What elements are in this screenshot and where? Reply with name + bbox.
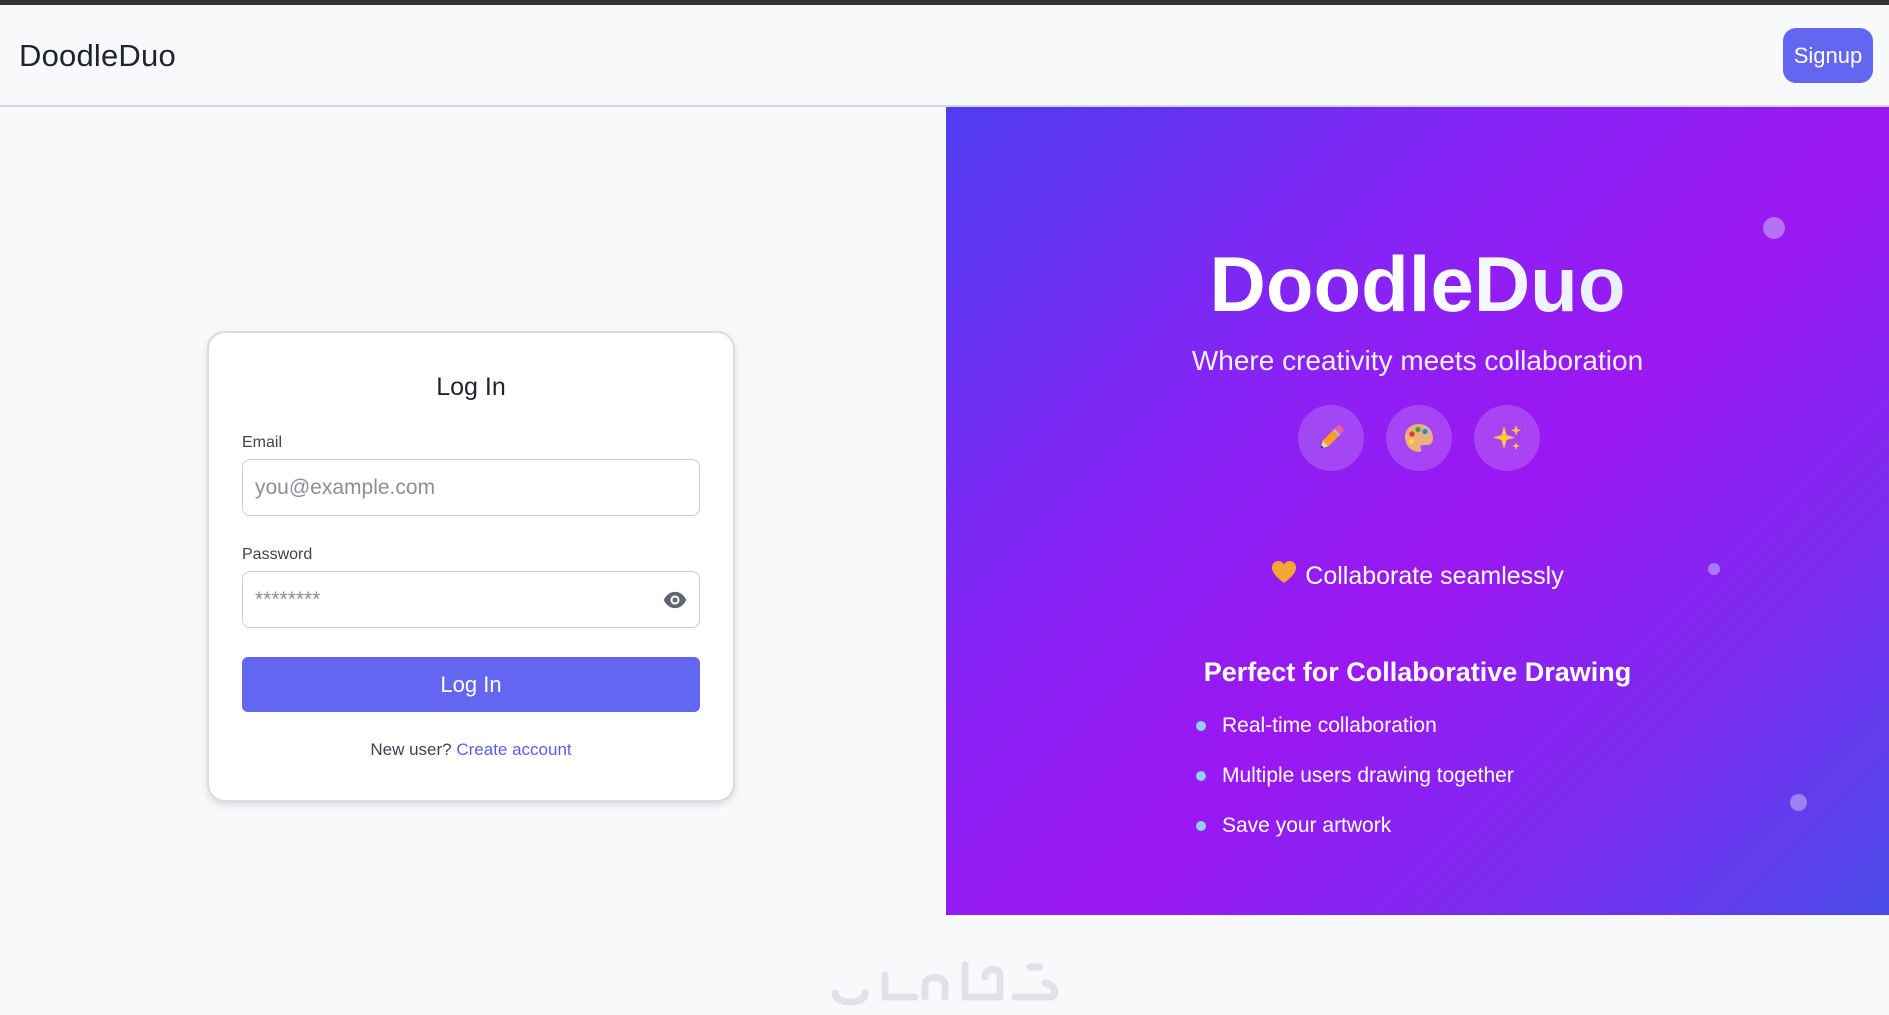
heart-icon — [1271, 560, 1297, 591]
feature-text: Real-time collaboration — [1222, 714, 1437, 737]
hero-subtitle: Where creativity meets collaboration — [1191, 345, 1644, 376]
pencil-icon — [1298, 405, 1364, 471]
features-heading: Perfect for Collaborative Drawing — [1203, 657, 1632, 687]
hero-title: DoodleDuo — [946, 239, 1889, 330]
sparkles-icon — [1474, 405, 1540, 471]
signup-button[interactable]: Signup — [1783, 28, 1873, 83]
eye-icon[interactable] — [662, 587, 688, 613]
bullet-dot — [1196, 721, 1206, 731]
hero-pane: DoodleDuo Where creativity meets collabo… — [946, 107, 1889, 915]
collab-tagline: Collaborate seamlessly — [946, 560, 1889, 593]
bullet-dot — [1196, 771, 1206, 781]
collab-text: Collaborate seamlessly — [1305, 562, 1564, 591]
create-account-link[interactable]: Create account — [456, 740, 571, 759]
login-submit-button[interactable]: Log In — [242, 657, 700, 712]
login-title: Log In — [436, 373, 506, 401]
palette-icon — [1386, 405, 1452, 471]
list-item: Save your artwork — [1196, 814, 1514, 864]
navbar: DoodleDuo Signup — [0, 5, 1889, 107]
watermark-logo — [831, 961, 1059, 1006]
password-input[interactable] — [242, 571, 700, 628]
brand-logo[interactable]: DoodleDuo — [19, 38, 176, 74]
feature-text: Multiple users drawing together — [1222, 764, 1514, 787]
list-item: Real-time collaboration — [1196, 714, 1514, 764]
signup-prompt: New user? Create account — [209, 740, 733, 760]
new-user-text: New user? — [370, 740, 452, 759]
decorative-dot — [1763, 217, 1785, 239]
feature-text: Save your artwork — [1222, 814, 1392, 837]
password-label: Password — [242, 546, 313, 563]
login-pane: Log In Email Password Log In New user? C… — [0, 107, 1059, 1006]
email-input[interactable] — [242, 459, 700, 516]
decorative-dot — [1790, 794, 1807, 811]
email-label: Email — [242, 434, 283, 451]
bullet-dot — [1196, 821, 1206, 831]
login-card: Log In Email Password Log In New user? C… — [207, 331, 735, 802]
feature-list: Real-time collaboration Multiple users d… — [1196, 714, 1514, 864]
list-item: Multiple users drawing together — [1196, 764, 1514, 814]
